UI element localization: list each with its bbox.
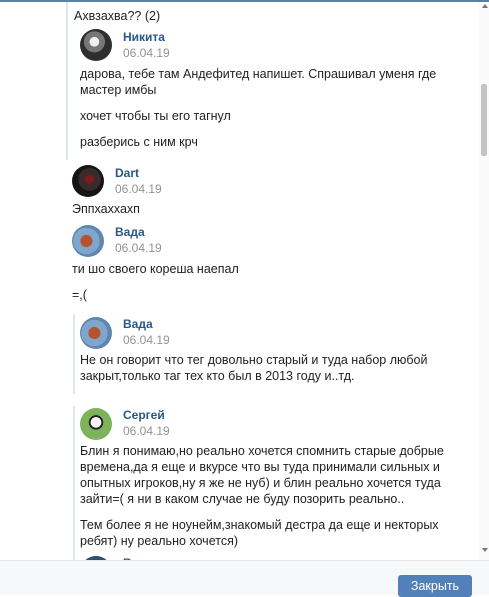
author-name[interactable]: Никита (123, 30, 165, 44)
author-name[interactable]: Вада (115, 225, 145, 239)
message-date[interactable]: 06.04.19 (123, 424, 170, 438)
avatar[interactable] (80, 317, 112, 349)
message-text: Эппхаххахп (72, 202, 140, 216)
thread-indent-line (66, 2, 68, 160)
message-text: мастер имбы (80, 83, 157, 97)
message-text: Блин я понимаю,но реально хочется спомни… (80, 444, 444, 458)
message-text: =,( (72, 288, 87, 302)
message-text: Тем более я не ноунейм,знакомый деcтра д… (80, 518, 439, 532)
thread-indent-line (73, 314, 75, 394)
scroll-up-arrow-icon[interactable] (482, 4, 488, 8)
message-date[interactable]: 06.04.19 (123, 46, 170, 60)
avatar[interactable] (72, 225, 104, 257)
scrollbar-thumb[interactable] (481, 84, 487, 156)
author-name[interactable]: Dart (115, 166, 139, 180)
scroll-down-arrow-icon[interactable] (482, 548, 488, 552)
message-date[interactable]: 06.04.19 (115, 182, 162, 196)
message-text: хочет чтобы ты его тагнул (80, 109, 231, 123)
message-text: ти шо своего кореша наепал (72, 262, 239, 276)
message-text: зайти=( я ни в каком случае не буду позо… (80, 492, 405, 506)
message-text: ребят) ну реально хочется) (80, 534, 238, 548)
avatar[interactable] (80, 29, 112, 61)
avatar[interactable] (72, 165, 104, 197)
message-text: закрыт,только таг тех кто был в 2013 год… (80, 369, 355, 383)
message-date[interactable]: 06.04.19 (115, 241, 162, 255)
message-text: разберись с ним крч (80, 135, 198, 149)
message-date[interactable]: 06.04.19 (123, 333, 170, 347)
author-name[interactable]: Вада (123, 317, 153, 331)
message-thread[interactable]: Ахвзахва?? (2) Никита 06.04.19 дарова, т… (0, 2, 479, 560)
avatar[interactable] (80, 408, 112, 440)
message-text: Ахвзахва?? (2) (74, 9, 161, 23)
thread-indent-line (73, 406, 75, 560)
message-text: дарова, тебе там Андефитед напишет. Спра… (80, 67, 437, 81)
message-text: опытных игроков,ну я же не нуб) и блин р… (80, 476, 441, 490)
message-text: времена,да я еще и вкурсе что вы туда пр… (80, 460, 440, 474)
message-text: Не он говорит что тег довольно старый и … (80, 353, 428, 367)
author-name[interactable]: Сергей (123, 408, 165, 422)
